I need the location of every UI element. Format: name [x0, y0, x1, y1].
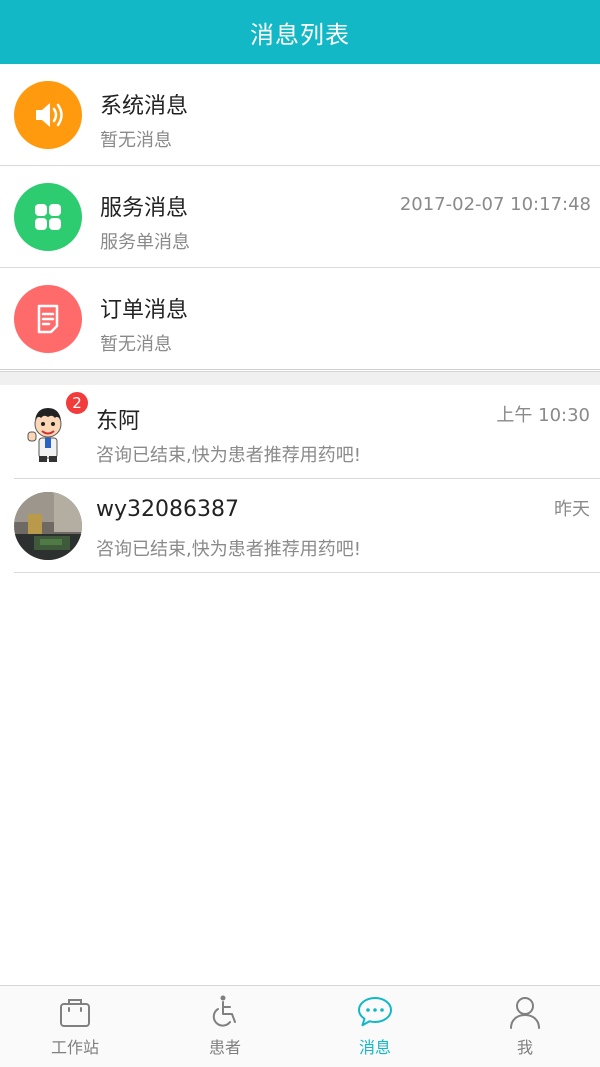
chat-list: 2 东阿 咨询已结束,快为患者推荐用药吧! 上午 10:30 wy3208638… — [0, 385, 600, 573]
tab-patients[interactable]: 患者 — [150, 986, 300, 1067]
service-message-title: 服务消息 — [100, 196, 189, 221]
bottom-tab-bar: 工作站 患者 消息 我 — [0, 985, 600, 1067]
service-message-time: 2017-02-07 10:17:48 — [399, 194, 591, 215]
briefcase-icon — [60, 999, 90, 1027]
tab-label: 我 — [516, 1038, 533, 1057]
service-message-subtitle: 服务单消息 — [100, 232, 190, 253]
chat-name: wy32086387 — [96, 497, 239, 522]
chat-message: 咨询已结束,快为患者推荐用药吧! — [96, 445, 361, 466]
service-message-item[interactable]: 服务消息 服务单消息 2017-02-07 10:17:48 — [0, 166, 600, 268]
tab-me[interactable]: 我 — [450, 986, 600, 1067]
tab-label: 工作站 — [50, 1038, 99, 1057]
system-message-subtitle: 暂无消息 — [100, 130, 172, 151]
section-divider — [0, 371, 600, 385]
unread-badge: 2 — [64, 390, 90, 416]
chat-time: 昨天 — [554, 499, 590, 520]
system-message-item[interactable]: 系统消息 暂无消息 — [0, 64, 600, 166]
person-icon — [510, 997, 540, 1029]
chat-name: 东阿 — [96, 409, 141, 434]
wheelchair-icon — [212, 995, 236, 1027]
order-message-item[interactable]: 订单消息 暂无消息 — [0, 268, 600, 370]
tab-label: 消息 — [358, 1038, 391, 1057]
tab-messages[interactable]: 消息 — [300, 986, 450, 1067]
chat-message: 咨询已结束,快为患者推荐用药吧! — [96, 539, 361, 560]
tab-workstation[interactable]: 工作站 — [0, 986, 150, 1067]
system-message-list: 系统消息 暂无消息 服务消息 服务单消息 2017-02-07 10:17:48… — [0, 64, 600, 370]
document-icon — [14, 285, 82, 353]
tab-label: 患者 — [208, 1038, 241, 1057]
avatar — [14, 492, 82, 560]
order-message-title: 订单消息 — [100, 298, 189, 323]
top-navigation-bar: 消息列表 — [0, 0, 600, 64]
speaker-icon — [14, 81, 82, 149]
grid-icon — [14, 183, 82, 251]
chat-bubble-icon — [358, 997, 392, 1027]
chat-item[interactable]: 2 东阿 咨询已结束,快为患者推荐用药吧! 上午 10:30 — [14, 385, 600, 479]
page-title: 消息列表 — [250, 20, 350, 49]
chat-item[interactable]: wy32086387 咨询已结束,快为患者推荐用药吧! 昨天 — [14, 479, 600, 573]
chat-time: 上午 10:30 — [496, 405, 590, 426]
system-message-title: 系统消息 — [100, 94, 189, 119]
order-message-subtitle: 暂无消息 — [100, 334, 172, 355]
